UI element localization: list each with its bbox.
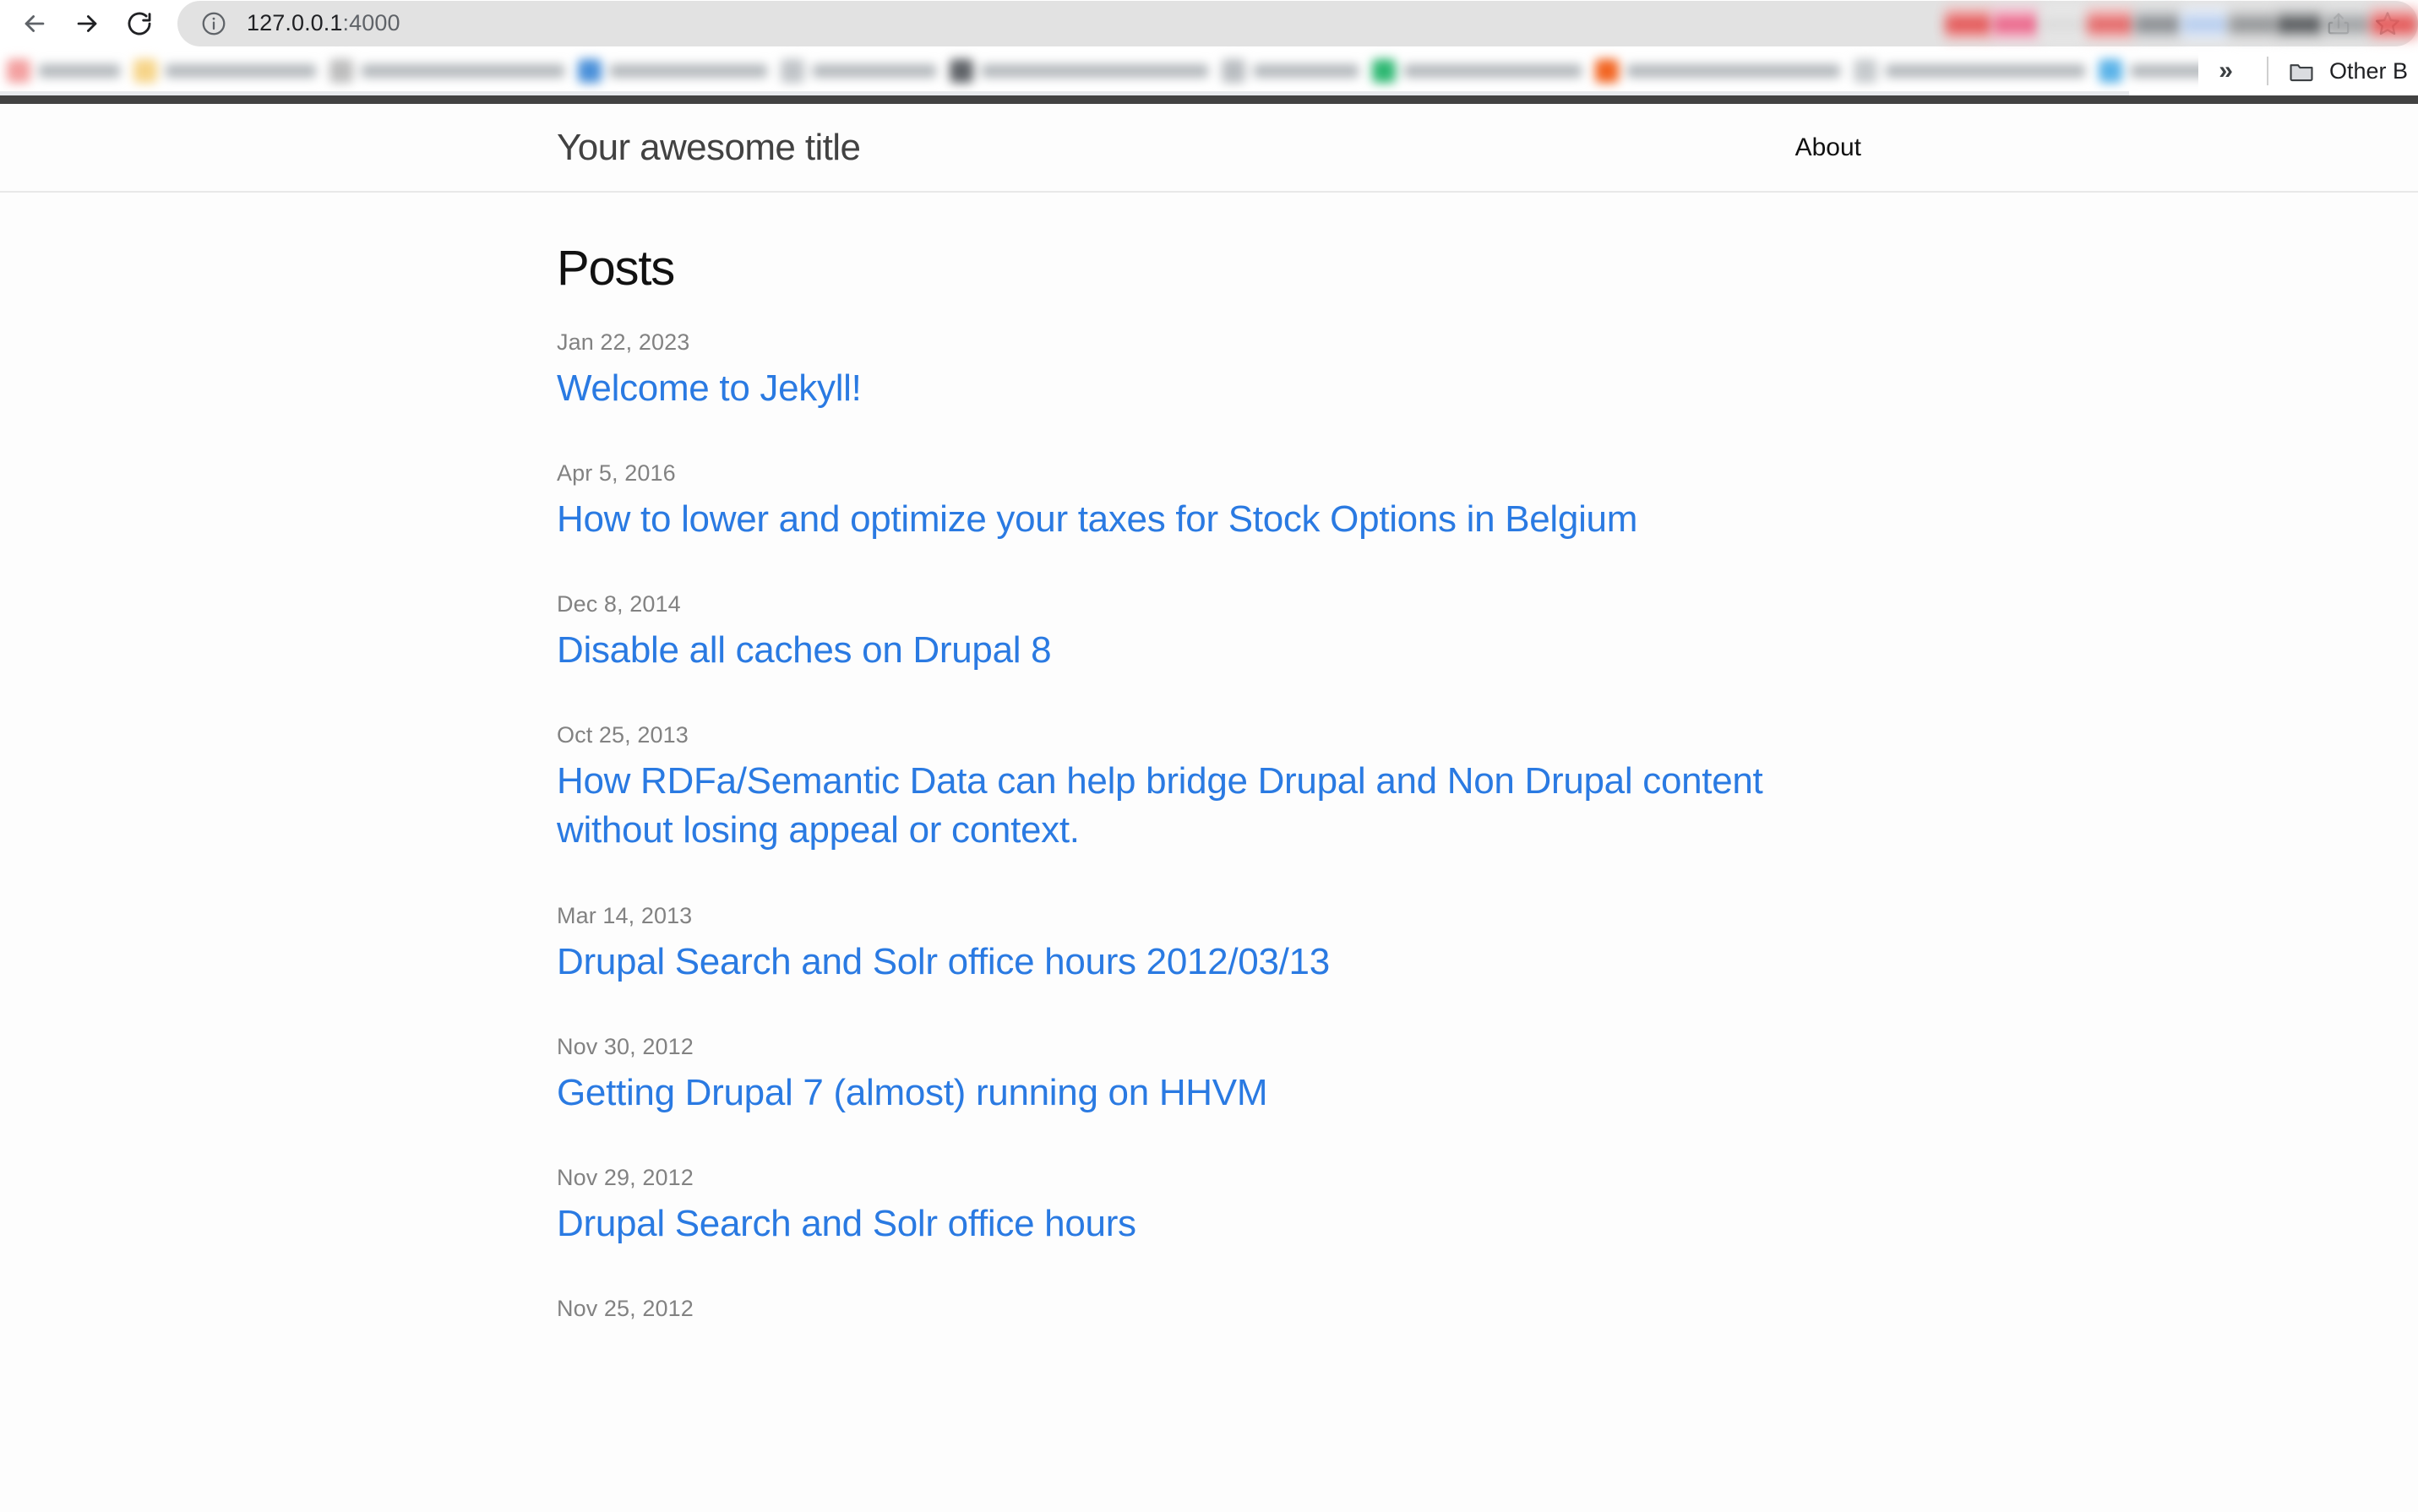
post-date: Dec 8, 2014 xyxy=(557,591,681,617)
extension-icon[interactable] xyxy=(2181,6,2229,41)
post-link[interactable]: Getting Drupal 7 (almost) running on HHV… xyxy=(557,1072,1267,1113)
site-header: Your awesome title About xyxy=(0,104,2418,193)
post-date: Oct 25, 2013 xyxy=(557,722,689,748)
favicon-icon xyxy=(329,59,353,83)
other-bookmarks-label: Other B xyxy=(2328,57,2408,84)
favicon-icon xyxy=(1372,59,1396,83)
post-date: Nov 30, 2012 xyxy=(557,1033,694,1059)
bookmark-item[interactable] xyxy=(127,51,323,91)
list-item: Jan 22, 2023 Welcome to Jekyll! xyxy=(557,328,1861,413)
url-port: :4000 xyxy=(342,10,400,35)
extension-icon[interactable] xyxy=(1945,6,1992,41)
forward-arrow-icon xyxy=(77,14,97,32)
bookmark-label xyxy=(1404,64,1582,78)
url-host: 127.0.0.1 xyxy=(247,10,343,35)
post-link[interactable]: Drupal Search and Solr office hours 2012… xyxy=(557,941,1330,982)
post-list: Jan 22, 2023 Welcome to Jekyll! Apr 5, 201… xyxy=(557,328,1861,1324)
bookmark-label xyxy=(1886,64,2085,78)
bookmark-item[interactable] xyxy=(1847,51,2092,91)
info-circle-icon xyxy=(202,12,226,35)
bookmark-label xyxy=(2131,64,2199,78)
bookmarks-overflow-button[interactable]: » xyxy=(2198,58,2253,84)
bookmark-label xyxy=(982,64,1208,78)
url-text: 127.0.0.1:4000 xyxy=(247,12,400,35)
favicon-icon xyxy=(578,59,602,83)
browser-chrome: 127.0.0.1:4000 » Other B xyxy=(0,0,2418,95)
extension-icons xyxy=(1945,0,2418,46)
list-item: Nov 30, 2012 Getting Drupal 7 (almost) ru… xyxy=(557,1032,1861,1118)
bookmark-item[interactable] xyxy=(1588,51,1847,91)
post-date: Nov 29, 2012 xyxy=(557,1164,694,1190)
site-top-border xyxy=(0,95,2418,104)
list-item: Nov 29, 2012 Drupal Search and Solr offic… xyxy=(557,1163,1861,1248)
bookmark-label xyxy=(166,64,316,78)
back-arrow-icon xyxy=(25,14,45,32)
bookmarks-bar: » Other B xyxy=(0,46,2418,95)
post-link[interactable]: Disable all caches on Drupal 8 xyxy=(557,629,1052,671)
bookmark-item[interactable] xyxy=(2092,51,2199,91)
bookmark-label xyxy=(362,64,564,78)
bookmark-label xyxy=(813,64,936,78)
profile-avatar[interactable] xyxy=(2371,6,2418,41)
bookmark-item[interactable] xyxy=(774,51,943,91)
bookmarks-divider xyxy=(2266,57,2268,85)
post-link[interactable]: Drupal Search and Solr office hours xyxy=(557,1203,1136,1244)
list-item: Mar 14, 2013 Drupal Search and Solr offic… xyxy=(557,901,1861,987)
reload-button[interactable] xyxy=(113,0,166,46)
bookmark-item[interactable] xyxy=(571,51,774,91)
bookmark-item[interactable] xyxy=(323,51,571,91)
favicon-icon xyxy=(1854,59,1877,83)
reload-icon xyxy=(128,12,151,35)
post-link[interactable]: How RDFa/Semantic Data can help bridge D… xyxy=(557,760,1763,851)
page-content: Posts Jan 22, 2023 Welcome to Jekyll! Apr … xyxy=(555,193,1863,1324)
extension-icon[interactable] xyxy=(2276,6,2323,41)
bookmark-item[interactable] xyxy=(1365,51,1588,91)
extension-icon[interactable] xyxy=(2134,6,2181,41)
bookmark-item[interactable] xyxy=(1215,51,1365,91)
list-item: Apr 5, 2016 How to lower and optimize you… xyxy=(557,459,1861,544)
post-link[interactable]: Welcome to Jekyll! xyxy=(557,367,862,409)
page-title: Posts xyxy=(557,241,675,296)
forward-button[interactable] xyxy=(61,0,113,46)
post-date: Mar 14, 2013 xyxy=(557,902,693,928)
site-nav: About xyxy=(1795,134,1861,160)
bookmark-item[interactable] xyxy=(0,51,127,91)
favicon-icon xyxy=(7,59,30,83)
bookmark-label xyxy=(39,64,120,78)
bookmark-label xyxy=(610,64,767,78)
post-date: Nov 25, 2012 xyxy=(557,1296,694,1322)
bookmark-label xyxy=(1627,64,1840,78)
other-bookmarks-button[interactable]: Other B xyxy=(2282,57,2413,85)
site-info-icon[interactable] xyxy=(199,9,228,38)
list-item: Nov 25, 2012 xyxy=(557,1294,1861,1324)
favicon-icon xyxy=(2099,59,2122,83)
browser-toolbar: 127.0.0.1:4000 xyxy=(0,0,2418,46)
bookmark-label xyxy=(1254,64,1359,78)
favicon-icon xyxy=(950,59,973,83)
post-date: Apr 5, 2016 xyxy=(557,460,676,486)
favicon-icon xyxy=(1595,59,1619,83)
favicon-icon xyxy=(781,59,804,83)
extension-icon[interactable] xyxy=(2087,6,2134,41)
bookmarks-list xyxy=(0,46,2199,95)
page-viewport: Your awesome title About Posts Jan 22, 2… xyxy=(0,95,2418,1512)
extension-icon[interactable] xyxy=(2229,6,2276,41)
list-item: Dec 8, 2014 Disable all caches on Drupal … xyxy=(557,590,1861,675)
site-title[interactable]: Your awesome title xyxy=(557,128,861,166)
extension-icon[interactable] xyxy=(2040,6,2087,41)
extension-icon[interactable] xyxy=(1992,6,2040,41)
extension-icon[interactable] xyxy=(2323,6,2371,41)
bookmarks-bar-right: » Other B xyxy=(2198,46,2418,95)
nav-link-about[interactable]: About xyxy=(1795,134,1861,160)
folder-icon xyxy=(2290,64,2313,82)
list-item: Oct 25, 2013 How RDFa/Semantic Data can h… xyxy=(557,721,1861,855)
bookmark-item[interactable] xyxy=(943,51,1215,91)
back-button[interactable] xyxy=(8,0,61,46)
post-link[interactable]: How to lower and optimize your taxes for… xyxy=(557,498,1637,540)
favicon-icon xyxy=(1222,59,1245,83)
favicon-icon xyxy=(133,59,157,83)
post-date: Jan 22, 2023 xyxy=(557,329,690,355)
